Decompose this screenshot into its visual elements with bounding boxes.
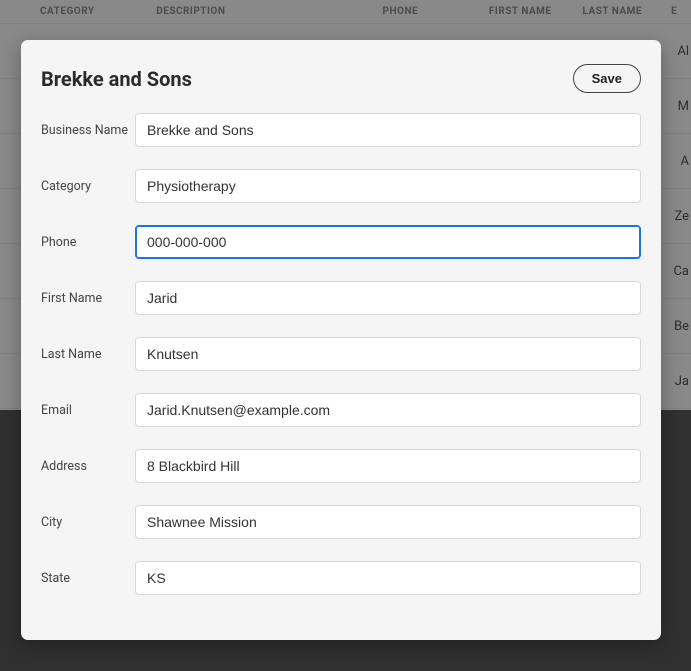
input-business-name[interactable] bbox=[135, 113, 641, 147]
label-last-name: Last Name bbox=[41, 347, 135, 362]
dialog-form: Business Name Category Phone First Name … bbox=[21, 113, 661, 637]
input-address[interactable] bbox=[135, 449, 641, 483]
label-phone: Phone bbox=[41, 235, 135, 250]
label-state: State bbox=[41, 571, 135, 586]
field-row-category: Category bbox=[41, 169, 641, 203]
edit-dialog: Brekke and Sons Save Business Name Categ… bbox=[21, 40, 661, 640]
label-address: Address bbox=[41, 459, 135, 474]
input-phone[interactable] bbox=[135, 225, 641, 259]
dialog-title: Brekke and Sons bbox=[41, 67, 192, 91]
field-row-first-name: First Name bbox=[41, 281, 641, 315]
label-first-name: First Name bbox=[41, 291, 135, 306]
field-row-phone: Phone bbox=[41, 225, 641, 259]
label-email: Email bbox=[41, 403, 135, 418]
field-row-city: City bbox=[41, 505, 641, 539]
field-row-email: Email bbox=[41, 393, 641, 427]
field-row-business-name: Business Name bbox=[41, 113, 641, 147]
save-button[interactable]: Save bbox=[573, 64, 641, 93]
input-state[interactable] bbox=[135, 561, 641, 595]
field-row-state: State bbox=[41, 561, 641, 595]
input-email[interactable] bbox=[135, 393, 641, 427]
input-category[interactable] bbox=[135, 169, 641, 203]
label-city: City bbox=[41, 515, 135, 530]
dialog-header: Brekke and Sons Save bbox=[21, 40, 661, 113]
field-row-last-name: Last Name bbox=[41, 337, 641, 371]
label-business-name: Business Name bbox=[41, 123, 135, 138]
field-row-address: Address bbox=[41, 449, 641, 483]
input-city[interactable] bbox=[135, 505, 641, 539]
input-first-name[interactable] bbox=[135, 281, 641, 315]
input-last-name[interactable] bbox=[135, 337, 641, 371]
label-category: Category bbox=[41, 179, 135, 194]
